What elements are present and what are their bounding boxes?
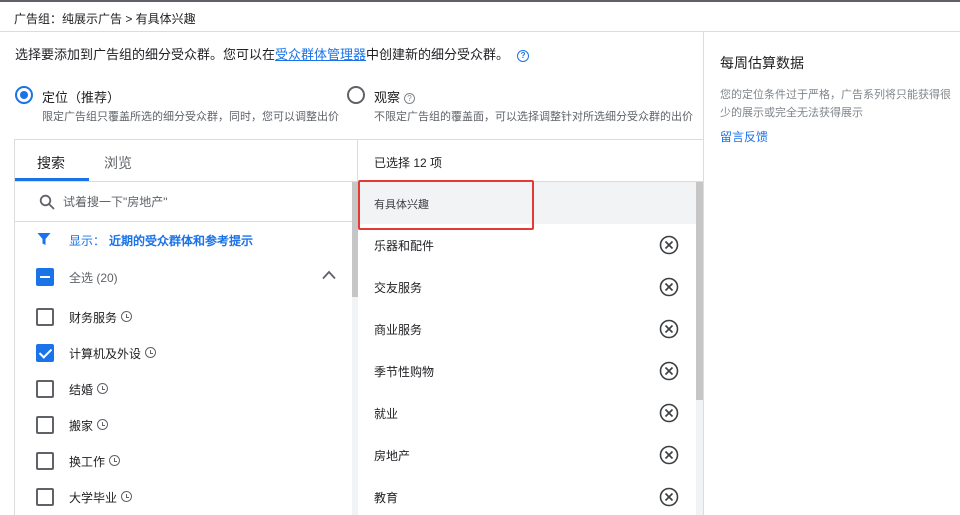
search-icon	[39, 194, 55, 210]
selected-item-label: 乐器和配件	[374, 239, 435, 253]
sidebar-title: 每周估算数据	[720, 55, 804, 71]
clock-icon	[109, 455, 121, 466]
item-checkbox[interactable]	[36, 416, 54, 434]
remove-icon[interactable]	[659, 361, 679, 381]
search-box	[15, 182, 352, 222]
filter-label: 显示： 近期的受众群体和参考提示	[69, 234, 254, 248]
estimate-sidebar: 每周估算数据 您的定位条件过于严格，广告系列将只能获得很少的展示或完全无法获得展…	[703, 32, 960, 515]
select-all-row[interactable]: 全选 (20)	[15, 260, 352, 294]
item-checkbox[interactable]	[36, 308, 54, 326]
selected-item: 交友服务	[358, 266, 696, 308]
targeting-radio[interactable]	[15, 86, 33, 104]
intro-prefix: 选择要添加到广告组的细分受众群。您可以在	[15, 47, 276, 62]
item-label: 搬家	[69, 417, 109, 434]
remove-icon[interactable]	[659, 487, 679, 507]
sidebar-message: 您的定位条件过于严格，广告系列将只能获得很少的展示或完全无法获得展示	[720, 89, 951, 119]
clock-icon	[121, 311, 133, 322]
list-item[interactable]: 财务服务	[15, 300, 352, 334]
list-item[interactable]: 大学毕业	[15, 480, 352, 514]
remove-icon[interactable]	[659, 319, 679, 339]
observation-option[interactable]: 观察? 不限定广告组的覆盖面，可以选择调整针对所选细分受众群的出价	[347, 86, 701, 126]
item-checkbox[interactable]	[36, 452, 54, 470]
selected-header: 已选择 12 项	[358, 140, 703, 182]
list-item[interactable]: 搬家	[15, 408, 352, 442]
audience-manager-link[interactable]: 受众群体管理器	[275, 47, 366, 62]
selected-scrollbar-thumb[interactable]	[696, 182, 703, 400]
clock-icon	[145, 347, 157, 358]
feedback-link[interactable]: 留言反馈	[720, 128, 768, 145]
selected-item: 房地产	[358, 434, 696, 476]
list-item[interactable]: 结婚	[15, 372, 352, 406]
item-label: 财务服务	[69, 309, 133, 326]
tab-browse[interactable]: 浏览	[104, 153, 132, 173]
selected-item-label: 交友服务	[374, 281, 423, 295]
intro-suffix: 中创建新的细分受众群。	[366, 47, 510, 62]
selected-item: 就业	[358, 392, 696, 434]
remove-icon[interactable]	[659, 277, 679, 297]
active-tab-indicator	[15, 178, 89, 181]
select-all-checkbox[interactable]	[36, 268, 54, 286]
targeting-title: 定位（推荐）	[42, 90, 121, 105]
selected-item: 教育	[358, 476, 696, 515]
browse-column: 搜索 浏览 显示：近期的受众群体和参考提示 全选 (20)	[15, 140, 358, 515]
observation-title: 观察?	[374, 87, 416, 106]
item-checkbox[interactable]	[36, 488, 54, 506]
targeting-option[interactable]: 定位（推荐） 限定广告组只覆盖所选的细分受众群，同时，您可以调整出价	[15, 86, 345, 126]
clock-icon	[121, 491, 133, 502]
chevron-up-icon[interactable]	[322, 270, 336, 280]
targeting-description: 限定广告组只覆盖所选的细分受众群，同时，您可以调整出价	[42, 111, 339, 123]
help-icon[interactable]: ?	[404, 93, 416, 104]
selected-item: 商业服务	[358, 308, 696, 350]
remove-icon[interactable]	[659, 235, 679, 255]
tab-search[interactable]: 搜索	[37, 153, 65, 173]
search-input[interactable]	[63, 192, 343, 212]
list-item[interactable]: 计算机及外设	[15, 336, 352, 370]
selected-count: 已选择 12 项	[374, 156, 443, 170]
select-all-label: 全选 (20)	[69, 271, 118, 285]
observation-description: 不限定广告组的覆盖面，可以选择调整针对所选细分受众群的出价	[374, 111, 693, 123]
clock-icon	[97, 419, 109, 430]
selected-item: 乐器和配件	[358, 224, 696, 266]
item-label: 结婚	[69, 381, 109, 398]
selected-item: 季节性购物	[358, 350, 696, 392]
top-bar: 广告组：纯展示广告 > 有具体兴趣	[0, 0, 960, 32]
selected-item-label: 商业服务	[374, 323, 423, 337]
item-label: 换工作	[69, 453, 121, 470]
clock-icon	[97, 383, 109, 394]
selected-item-label: 就业	[374, 407, 399, 421]
list-item[interactable]: 换工作	[15, 444, 352, 478]
selected-column: 已选择 12 项 有具体兴趣 乐器和配件 交友服务 商业服务 季节性购物 就业 …	[358, 140, 703, 515]
main-panel: 选择要添加到广告组的细分受众群。您可以在受众群体管理器中创建新的细分受众群。? …	[0, 32, 703, 515]
remove-icon[interactable]	[659, 403, 679, 423]
selected-item-label: 房地产	[374, 449, 411, 463]
selected-item-label: 季节性购物	[374, 365, 435, 379]
remove-icon[interactable]	[659, 445, 679, 465]
item-label: 大学毕业	[69, 489, 133, 506]
filter-icon	[37, 233, 51, 245]
observation-radio[interactable]	[347, 86, 365, 104]
audience-picker: 搜索 浏览 显示：近期的受众群体和参考提示 全选 (20)	[14, 139, 703, 515]
item-label: 计算机及外设	[69, 345, 157, 362]
selected-scrollbar[interactable]	[696, 182, 703, 515]
tab-bar: 搜索 浏览	[15, 140, 358, 182]
filter-row[interactable]: 显示： 近期的受众群体和参考提示	[15, 230, 352, 254]
item-checkbox[interactable]	[36, 344, 54, 362]
item-checkbox[interactable]	[36, 380, 54, 398]
help-icon[interactable]: ?	[517, 50, 530, 62]
highlight-box	[358, 180, 534, 230]
intro-text: 选择要添加到广告组的细分受众群。您可以在受众群体管理器中创建新的细分受众群。?	[15, 44, 530, 63]
selected-item-label: 教育	[374, 491, 399, 505]
breadcrumb: 广告组：纯展示广告 > 有具体兴趣	[14, 12, 196, 26]
